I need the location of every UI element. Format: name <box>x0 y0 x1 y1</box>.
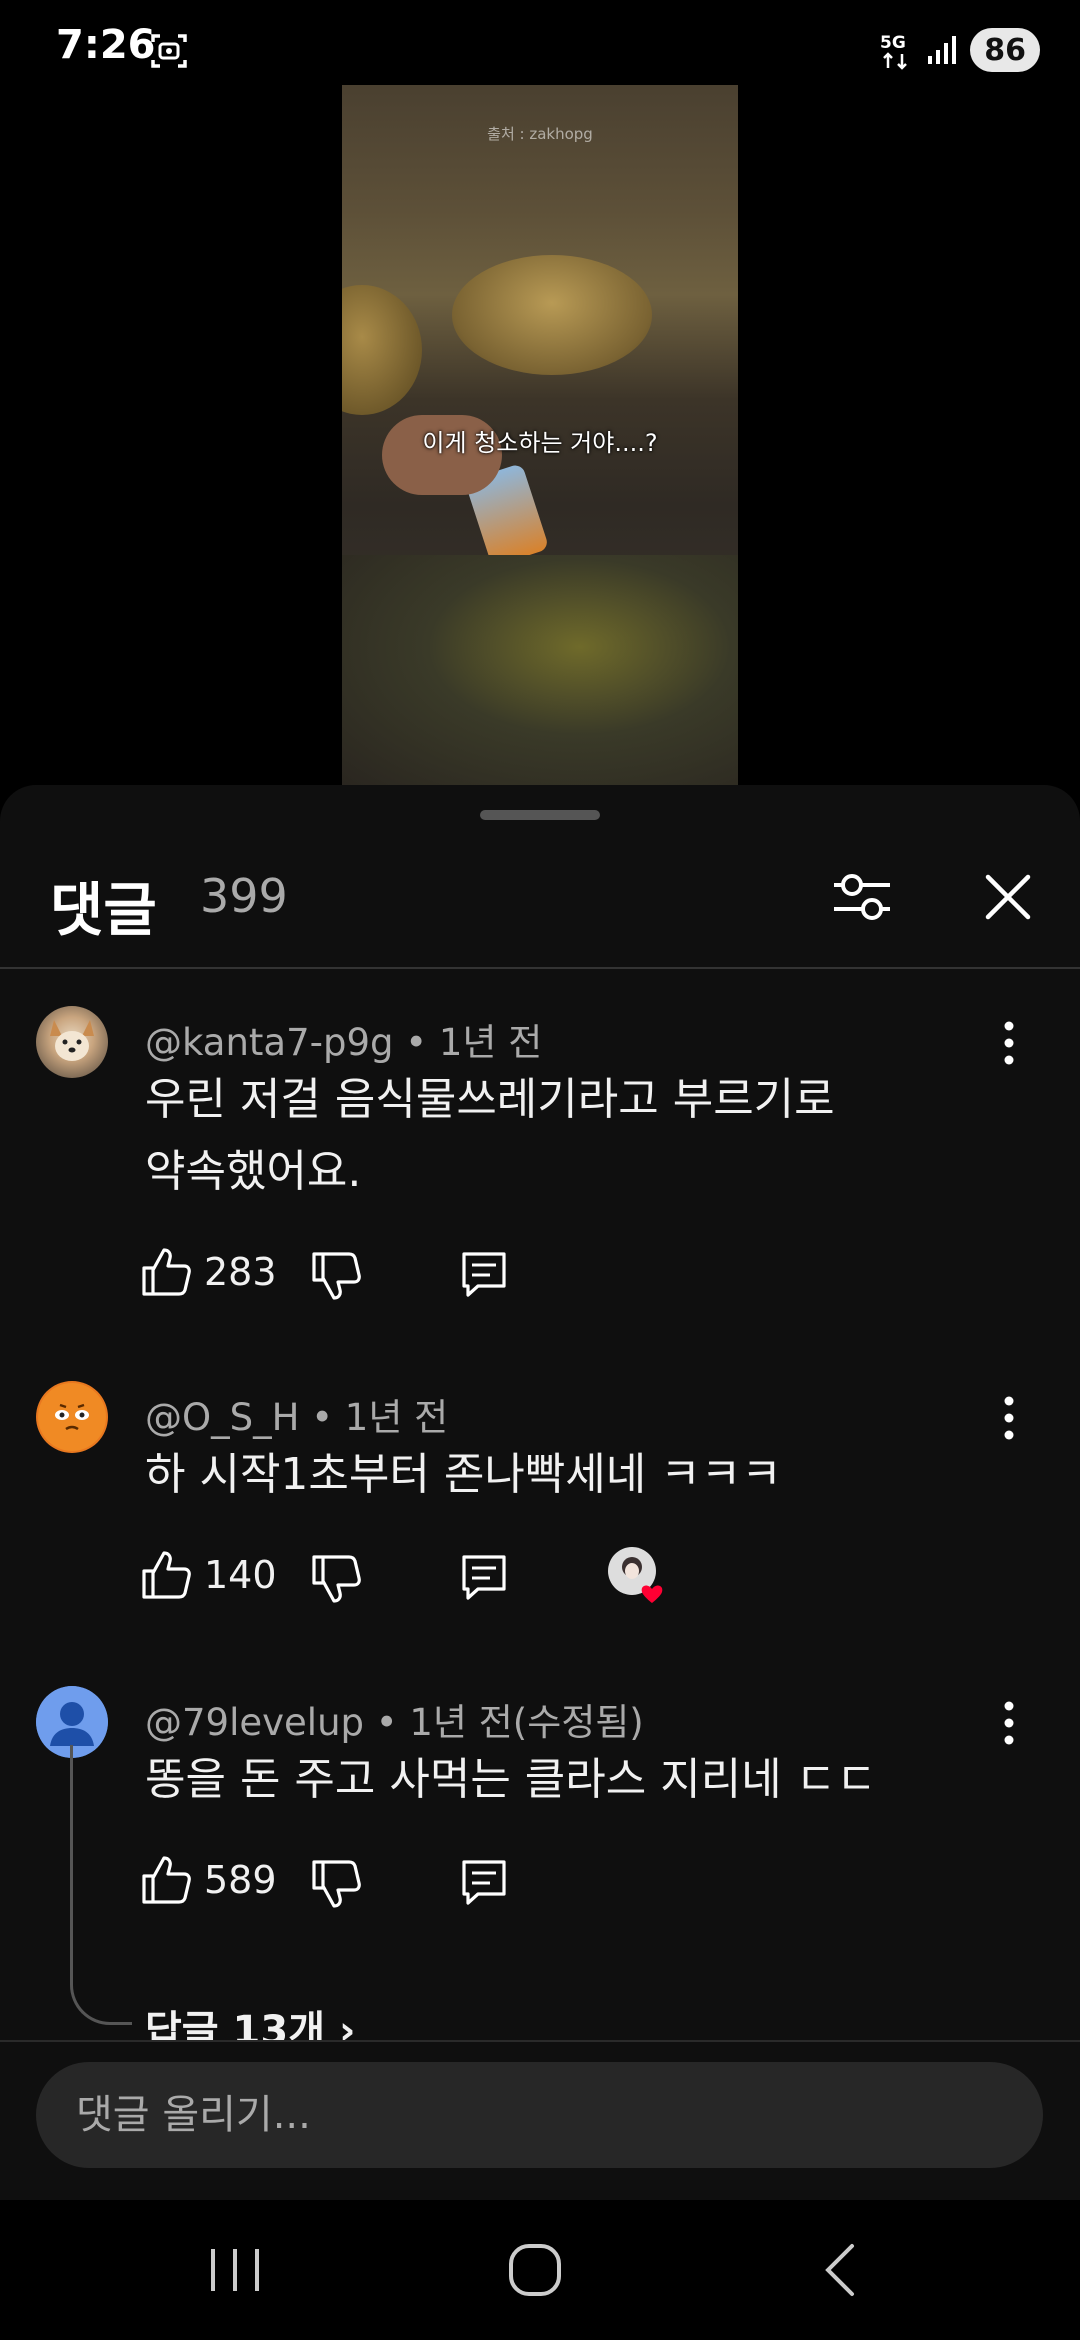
dislike-icon[interactable] <box>310 1250 362 1302</box>
system-nav-bar <box>0 2200 1080 2340</box>
comment-meta: @O_S_H • 1년 전 <box>145 1396 449 1439</box>
like-count: 283 <box>204 1250 277 1294</box>
like-icon[interactable] <box>140 1854 192 1906</box>
comment-time: 1년 전 <box>344 1396 449 1439</box>
more-options-icon[interactable] <box>994 1393 1024 1443</box>
comment-meta: @kanta7-p9g • 1년 전 <box>145 1021 543 1064</box>
orange-character-avatar[interactable] <box>36 1381 108 1453</box>
like-icon[interactable] <box>140 1549 192 1601</box>
comment-text: 똥을 돈 주고 사먹는 클라스 지리네 ㄷㄷ <box>145 1754 877 1805</box>
character-face-icon <box>38 1383 106 1451</box>
video-scene-bowl-left <box>342 285 422 415</box>
like-icon[interactable] <box>140 1246 192 1298</box>
dog-face-icon <box>50 1020 94 1061</box>
like-count: 589 <box>204 1858 277 1902</box>
sheet-drag-handle[interactable] <box>480 810 600 820</box>
more-options-icon[interactable] <box>994 1698 1024 1748</box>
more-options-icon[interactable] <box>994 1018 1024 1068</box>
reply-icon[interactable] <box>458 1551 510 1603</box>
status-indicators: 5G 86 <box>878 26 1040 74</box>
svg-text:5G: 5G <box>880 33 906 53</box>
network-5g-icon: 5G <box>880 33 908 70</box>
filter-icon[interactable] <box>830 865 894 929</box>
reply-thread-line <box>70 1745 132 2025</box>
comment-author[interactable]: @79levelup <box>145 1701 364 1744</box>
recent-apps-icon[interactable] <box>205 2245 265 2295</box>
comment-time: 1년 전 <box>438 1021 543 1064</box>
reply-icon[interactable] <box>458 1856 510 1908</box>
comment-input[interactable] <box>36 2062 1043 2168</box>
status-time: 7:26 <box>56 22 156 68</box>
dog-avatar[interactable] <box>36 1006 108 1078</box>
back-icon[interactable] <box>820 2242 860 2298</box>
battery-indicator: 86 <box>970 28 1040 72</box>
creator-heart-icon <box>608 1547 663 1603</box>
comment-meta: @79levelup • 1년 전(수정됨) <box>145 1701 644 1744</box>
reply-icon[interactable] <box>458 1248 510 1300</box>
close-icon[interactable] <box>978 867 1038 927</box>
comment-text: 하 시작1초부터 존나빡세네 ㅋㅋㅋ <box>145 1449 782 1500</box>
dislike-icon[interactable] <box>310 1553 362 1605</box>
sheet-divider <box>0 967 1080 969</box>
comment-author[interactable]: @O_S_H <box>145 1396 299 1439</box>
comment-input-area <box>0 2040 1080 2200</box>
screenshot-icon <box>151 34 187 68</box>
comments-count: 399 <box>200 869 288 923</box>
comment-actions: 140 <box>140 1545 840 1605</box>
dislike-icon[interactable] <box>310 1858 362 1910</box>
comment-author[interactable]: @kanta7-p9g <box>145 1021 394 1064</box>
comment-actions: 589 <box>140 1850 840 1910</box>
home-icon[interactable] <box>505 2240 565 2300</box>
comments-title: 댓글 <box>50 876 157 944</box>
like-count: 140 <box>204 1553 277 1597</box>
video-scene-ground <box>342 555 738 785</box>
video-scene-bowl <box>452 255 652 375</box>
signal-icon <box>928 36 957 64</box>
video-caption: 이게 청소하는 거야....? <box>422 429 658 457</box>
video-watermark: 출처 : zakhopg <box>487 125 593 143</box>
comment-time: 1년 전(수정됨) <box>409 1701 644 1744</box>
comment-actions: 283 <box>140 1242 840 1302</box>
comment-text: 우린 저걸 음식물쓰레기라고 부르기로 약속했어요. <box>145 1074 835 1197</box>
video-player[interactable]: 출처 : zakhopg 이게 청소하는 거야....? <box>342 85 738 785</box>
